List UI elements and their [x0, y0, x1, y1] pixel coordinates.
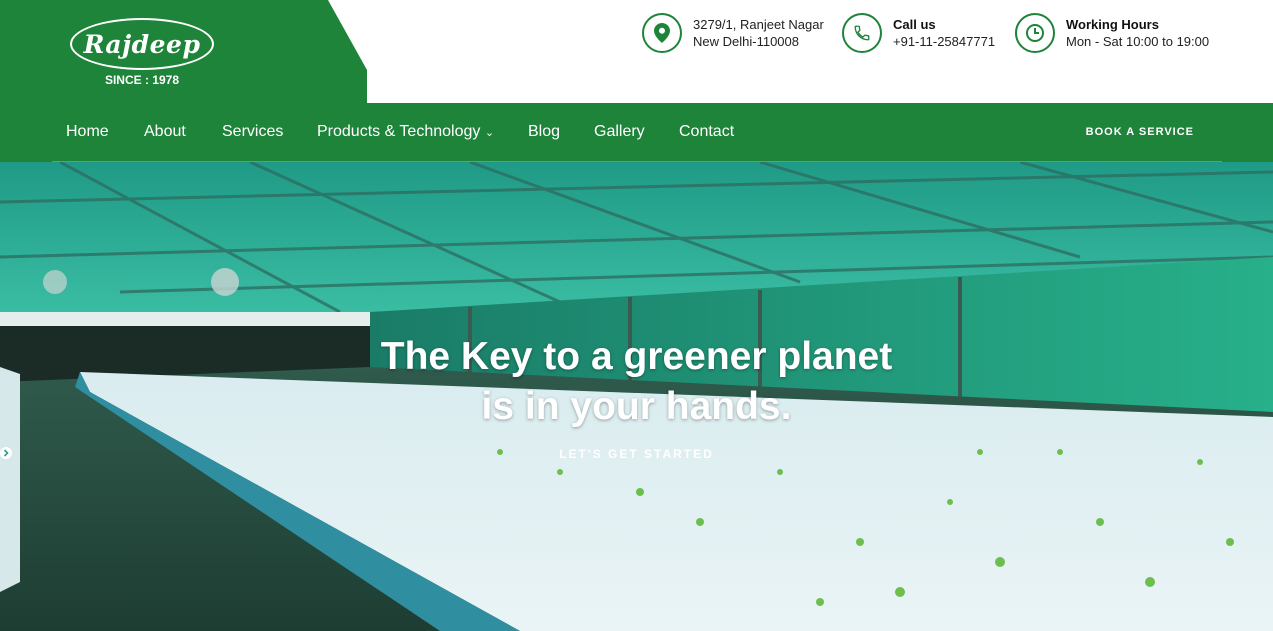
chevron-down-icon: ⌄ — [484, 127, 495, 139]
brand-logo[interactable]: Rajdeep — [70, 18, 214, 70]
address-info: 3279/1, Ranjeet Nagar New Delhi-110008 — [642, 13, 824, 53]
phone-number[interactable]: +91-11-25847771 — [893, 33, 995, 50]
nav-inner: Home About Services Products & Technolog… — [52, 103, 1222, 162]
nav-products-technology[interactable]: Products & Technology ⌄ — [317, 123, 494, 141]
address-line-1: 3279/1, Ranjeet Nagar — [693, 17, 824, 32]
hours-info: Working Hours Mon - Sat 10:00 to 19:00 — [1015, 13, 1209, 53]
phone-icon — [842, 13, 882, 53]
hero-title: The Key to a greener planet is in your h… — [0, 332, 1273, 432]
nav-services[interactable]: Services — [222, 123, 283, 141]
hero-banner: The Key to a greener planet is in your h… — [0, 162, 1273, 631]
address-line-2: New Delhi-110008 — [693, 34, 799, 49]
brand-name: Rajdeep — [83, 29, 201, 59]
top-header: Rajdeep SINCE : 1978 3279/1, Ranjeet Nag… — [0, 0, 1273, 103]
cta-label: LET'S GET STARTED — [559, 447, 714, 461]
hours-value: Mon - Sat 10:00 to 19:00 — [1066, 34, 1210, 49]
brand-since: SINCE : 1978 — [104, 73, 180, 87]
nav-products-label: Products & Technology — [317, 123, 481, 140]
call-info: Call us +91-11-25847771 — [842, 13, 995, 53]
hero-title-line-2: is in your hands. — [481, 385, 792, 428]
map-marker-icon — [642, 13, 682, 53]
nav-home[interactable]: Home — [66, 123, 109, 141]
call-title: Call us — [893, 17, 936, 32]
clock-icon — [1015, 13, 1055, 53]
nav-contact[interactable]: Contact — [679, 123, 734, 141]
get-started-button[interactable]: LET'S GET STARTED — [0, 447, 1273, 461]
arrow-circle-right-icon — [0, 447, 12, 459]
hero-title-line-1: The Key to a greener planet — [380, 335, 893, 378]
nav-gallery[interactable]: Gallery — [594, 123, 645, 141]
book-service-button[interactable]: BOOK A SERVICE — [1086, 126, 1194, 138]
main-nav: Home About Services Products & Technolog… — [0, 103, 1273, 162]
nav-about[interactable]: About — [144, 123, 186, 141]
hours-title: Working Hours — [1066, 17, 1159, 32]
nav-blog[interactable]: Blog — [528, 123, 560, 141]
